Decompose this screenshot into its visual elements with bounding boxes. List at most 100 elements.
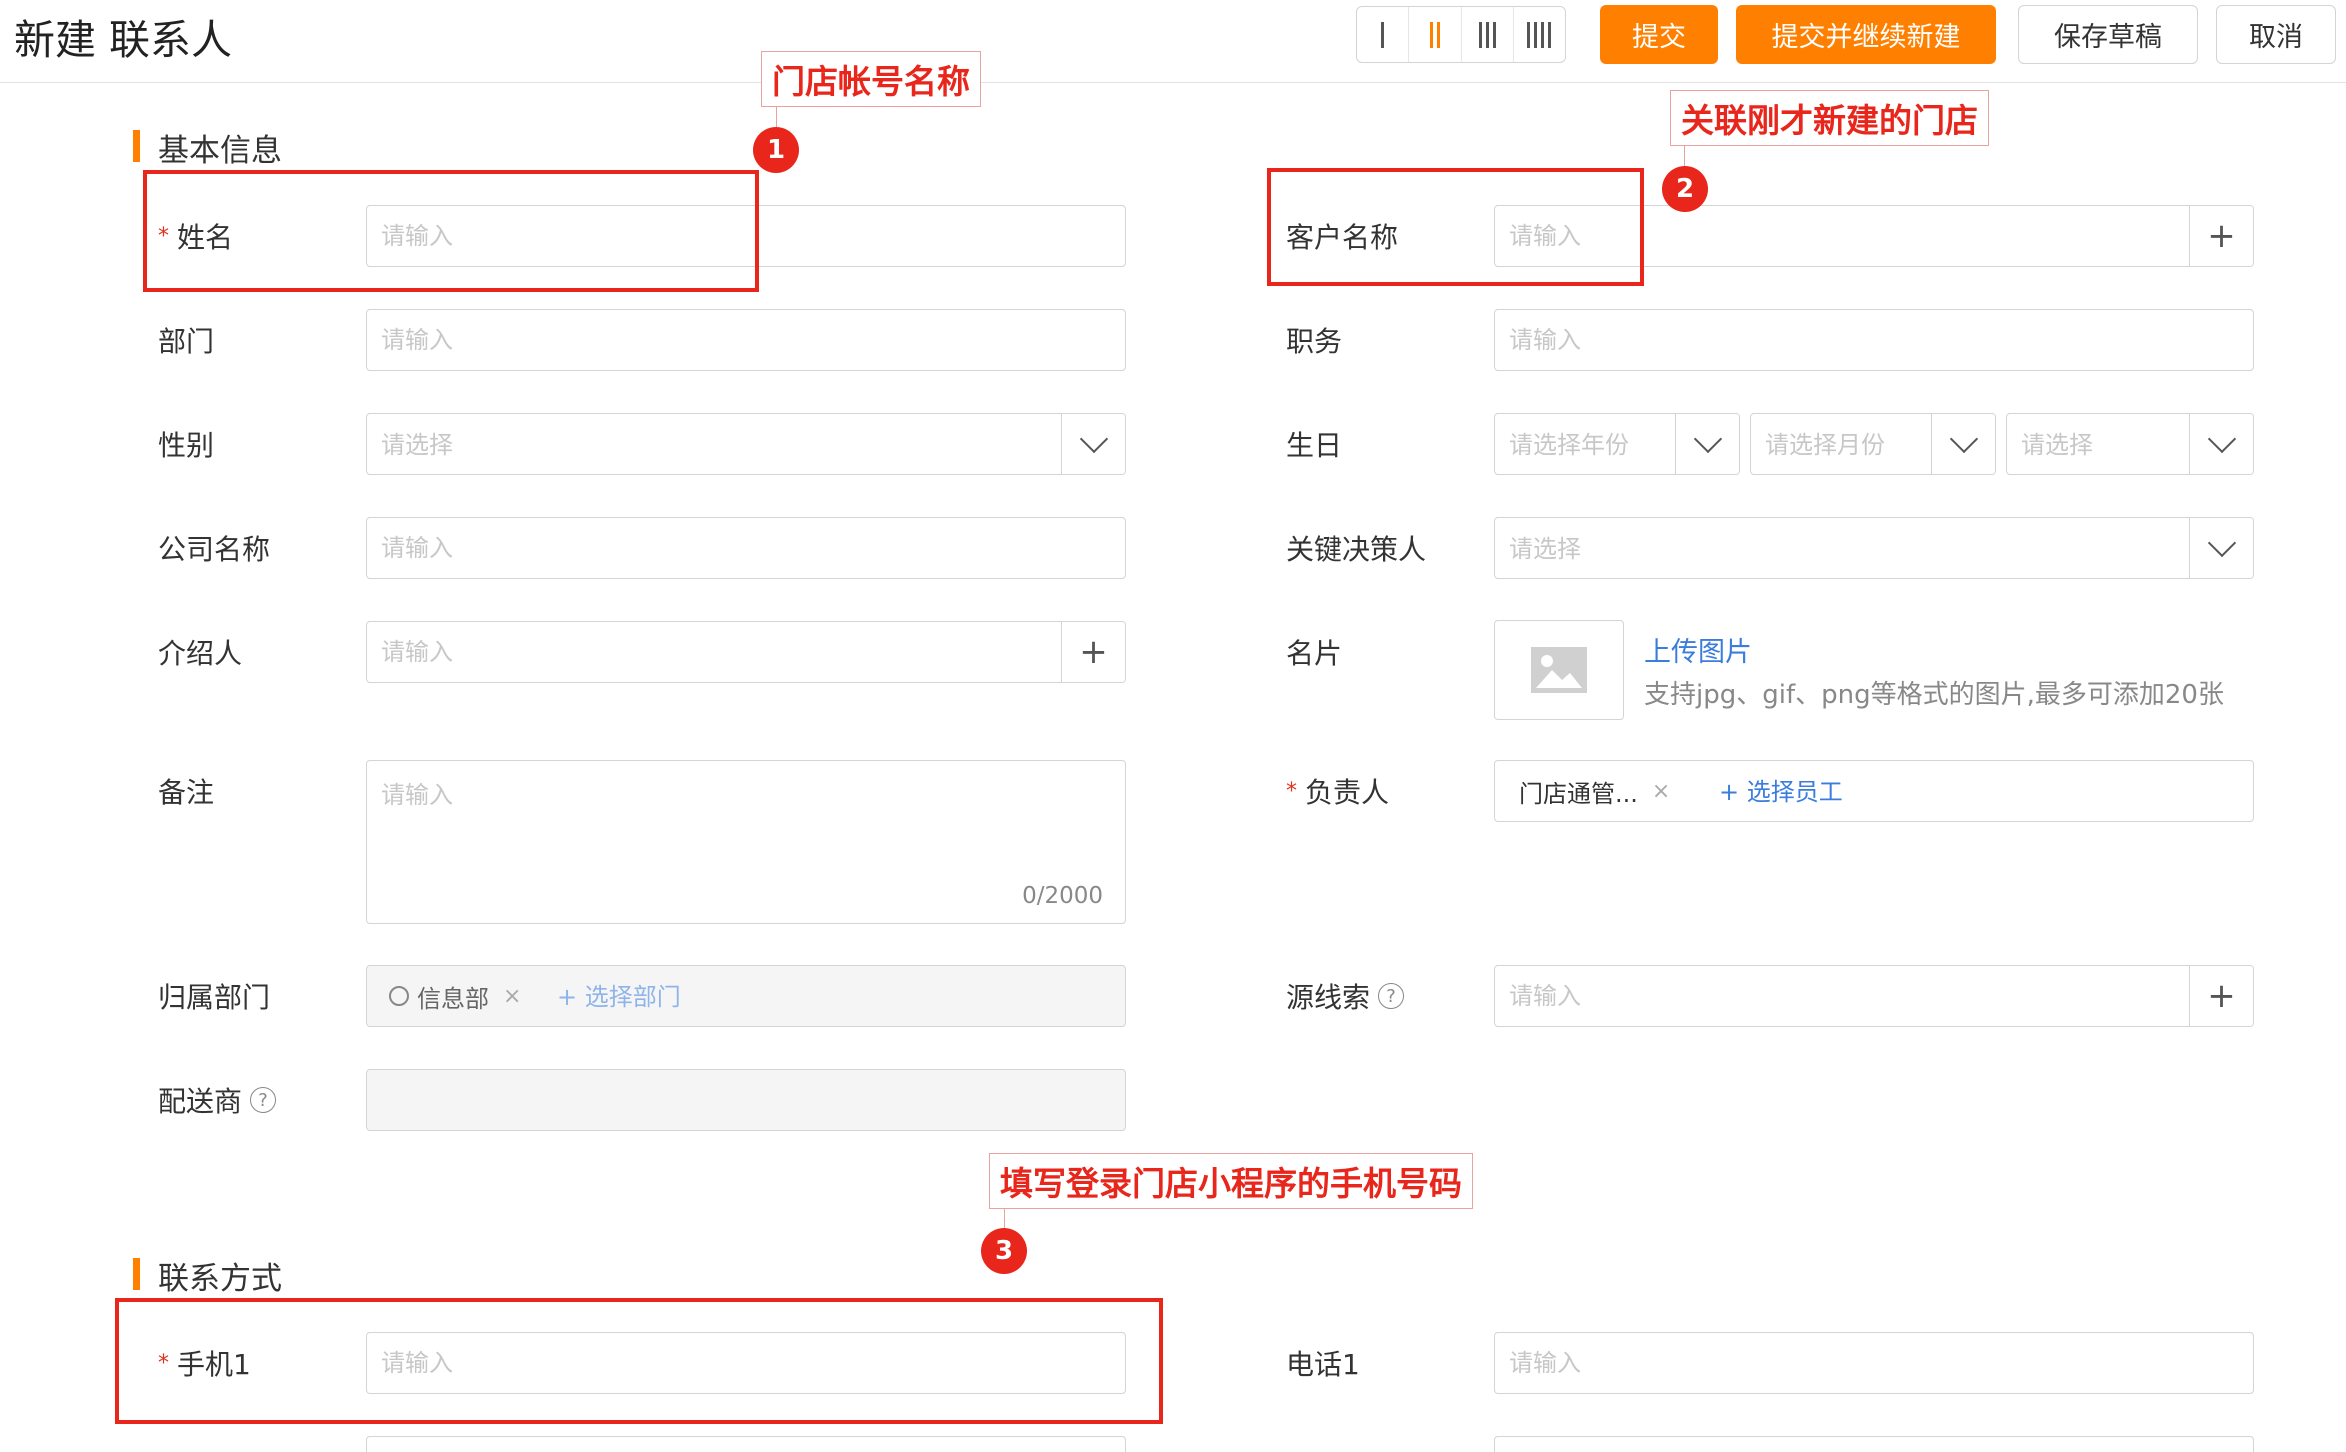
owning-dept-tag-text: 信息部 (417, 984, 489, 1013)
remove-owner-icon[interactable]: × (1652, 779, 1670, 804)
key-decision-maker-dropdown-toggle[interactable] (2189, 518, 2253, 578)
birthday-day-select[interactable]: 请选择 (2006, 413, 2254, 475)
birthday-month-select[interactable]: 请选择月份 (1750, 413, 1996, 475)
birthday-year-dropdown-toggle[interactable] (1675, 414, 1739, 474)
next-row-left-field[interactable] (366, 1436, 1126, 1452)
annotation-note-1: 门店帐号名称 (761, 51, 981, 107)
submit-and-continue-button[interactable]: 提交并继续新建 (1736, 5, 1996, 64)
position-field[interactable] (1494, 309, 2254, 371)
position-input[interactable] (1495, 310, 2253, 370)
gender-select-placeholder: 请选择 (381, 431, 453, 459)
select-employee-link[interactable]: + 选择员工 (1719, 761, 1843, 821)
key-decision-maker-select[interactable]: 请选择 (1494, 517, 2254, 579)
remark-textarea[interactable] (367, 761, 1125, 923)
phone1-label: 电话1 (1286, 1348, 1360, 1381)
referrer-label: 介绍人 (158, 637, 243, 670)
department-field[interactable] (366, 309, 1126, 371)
help-icon[interactable]: ? (250, 1087, 277, 1113)
annotation-marker-3: 3 (981, 1228, 1027, 1274)
annotation-marker-1: 1 (753, 127, 799, 173)
dept-circle-icon (389, 986, 409, 1006)
chevron-down-icon (2207, 424, 2236, 454)
section-title-basic-info: 基本信息 (158, 133, 282, 169)
birthday-day-placeholder: 请选择 (2021, 431, 2093, 459)
source-lead-label-text: 源线索 (1286, 981, 1371, 1014)
referrer-field[interactable]: + (366, 621, 1126, 683)
plus-icon: + (2207, 976, 2236, 1016)
annotation-note-2: 关联刚才新建的门店 (1670, 90, 1989, 146)
layout-2-column-option[interactable] (1408, 7, 1460, 62)
add-customer-button[interactable]: + (2189, 206, 2253, 266)
department-input[interactable] (367, 310, 1125, 370)
add-referrer-button[interactable]: + (1061, 622, 1125, 682)
owner-tag: 门店通管... × (1519, 771, 1670, 811)
column-layout-switch[interactable] (1356, 6, 1566, 63)
annotation-highlight-mobile (115, 1298, 1163, 1424)
help-icon[interactable]: ? (1378, 983, 1405, 1009)
layout-1-column-option[interactable] (1357, 7, 1408, 62)
key-decision-maker-label: 关键决策人 (1286, 533, 1427, 566)
company-field[interactable] (366, 517, 1126, 579)
remark-label: 备注 (158, 776, 215, 809)
distributor-label: 配送商 ? (158, 1069, 277, 1131)
annotation-note-3: 填写登录门店小程序的手机号码 (989, 1153, 1473, 1209)
company-label: 公司名称 (158, 533, 271, 566)
source-lead-field[interactable]: + (1494, 965, 2254, 1027)
company-input[interactable] (367, 518, 1125, 578)
business-card-upload-box[interactable] (1494, 620, 1624, 720)
birthday-day-dropdown-toggle[interactable] (2189, 414, 2253, 474)
annotation-highlight-customer (1267, 168, 1644, 286)
owning-dept-tag: 信息部 × (389, 976, 521, 1016)
required-mark: * (1286, 778, 1297, 804)
image-placeholder-icon (1531, 647, 1587, 693)
layout-4-column-option[interactable] (1512, 7, 1565, 62)
save-draft-button[interactable]: 保存草稿 (2018, 5, 2198, 64)
next-row-right-field[interactable] (1494, 1436, 2254, 1452)
birthday-year-placeholder: 请选择年份 (1509, 431, 1629, 459)
plus-icon: + (2207, 216, 2236, 256)
gender-select[interactable]: 请选择 (366, 413, 1126, 475)
chevron-down-icon (2207, 528, 2236, 558)
select-department-link[interactable]: + 选择部门 (557, 966, 681, 1026)
business-card-label: 名片 (1286, 637, 1343, 670)
birthday-year-select[interactable]: 请选择年份 (1494, 413, 1740, 475)
owner-label: * 负责人 (1286, 760, 1389, 822)
section-accent-bar (133, 1258, 140, 1290)
owner-field[interactable]: 门店通管... × + 选择员工 (1494, 760, 2254, 822)
upload-hint-text: 支持jpg、gif、png等格式的图片,最多可添加20张 (1644, 680, 2224, 710)
annotation-highlight-name (143, 170, 759, 292)
annotation-marker-2: 2 (1662, 166, 1708, 212)
remark-char-counter: 0/2000 (1022, 883, 1103, 909)
key-decision-maker-placeholder: 请选择 (1509, 535, 1581, 563)
owner-tag-text: 门店通管... (1519, 779, 1638, 808)
upload-image-link[interactable]: 上传图片 (1644, 630, 1752, 669)
add-source-lead-button[interactable]: + (2189, 966, 2253, 1026)
section-title-contact: 联系方式 (158, 1261, 282, 1297)
plus-icon: + (1079, 632, 1108, 672)
layout-3-column-option[interactable] (1460, 7, 1513, 62)
source-lead-input[interactable] (1495, 966, 2189, 1026)
chevron-down-icon (1693, 424, 1722, 454)
page-title: 新建 联系人 (14, 16, 233, 64)
department-label: 部门 (158, 325, 215, 358)
owner-label-text: 负责人 (1305, 776, 1390, 809)
owning-dept-field[interactable]: 信息部 × + 选择部门 (366, 965, 1126, 1027)
source-lead-label: 源线索 ? (1286, 965, 1405, 1027)
chevron-down-icon (1079, 424, 1108, 454)
submit-button[interactable]: 提交 (1600, 5, 1718, 64)
position-label: 职务 (1286, 325, 1343, 358)
chevron-down-icon (1949, 424, 1978, 454)
phone1-input[interactable] (1495, 1333, 2253, 1393)
gender-label: 性别 (158, 429, 215, 462)
birthday-month-dropdown-toggle[interactable] (1931, 414, 1995, 474)
referrer-input[interactable] (367, 622, 1061, 682)
gender-dropdown-toggle[interactable] (1061, 414, 1125, 474)
phone1-field[interactable] (1494, 1332, 2254, 1394)
birthday-month-placeholder: 请选择月份 (1765, 431, 1885, 459)
header-divider (0, 82, 2346, 83)
distributor-label-text: 配送商 (158, 1085, 243, 1118)
section-accent-bar (133, 130, 140, 162)
cancel-button[interactable]: 取消 (2216, 5, 2336, 64)
remark-field[interactable]: 0/2000 (366, 760, 1126, 924)
remove-dept-icon[interactable]: × (503, 984, 521, 1009)
